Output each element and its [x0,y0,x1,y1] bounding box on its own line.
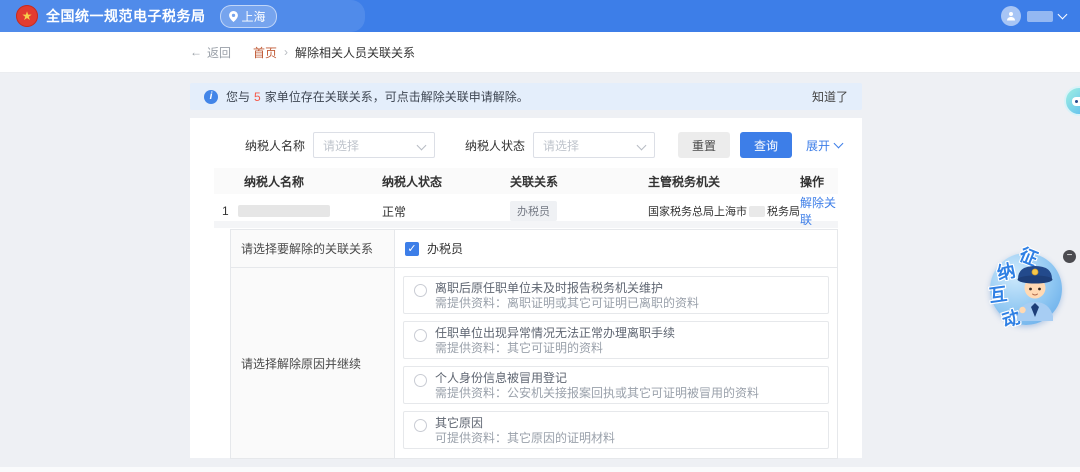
avatar-icon [1001,6,1021,26]
breadcrumb-separator: › [284,45,288,59]
radio-icon[interactable] [414,419,427,432]
col-header-authority: 主管税务机关 [648,173,800,190]
banner-text-suffix: 家单位存在关联关系，可点击解除关联申请解除。 [265,88,529,105]
brand: ★ 全国统一规范电子税务局 上海 [16,5,277,28]
relation-select-label: 请选择要解除的关联关系 [231,230,395,268]
option-desc: 需提供资料：离职证明或其它可证明已离职的资料 [435,296,699,311]
search-form: 纳税人名称 请选择 纳税人状态 请选择 重置 查询 展开 [190,118,862,158]
relation-select-value: ✓ 办税员 [395,230,837,268]
radio-icon[interactable] [414,374,427,387]
breadcrumb: ← 返回 首页 › 解除相关人员关联关系 [0,32,1080,73]
taxpayer-status-label: 纳税人状态 [465,137,525,154]
release-form: 请选择要解除的关联关系 ✓ 办税员 请选择解除原因并继续 离职后原任职单位未及时… [230,229,838,459]
expand-toggle[interactable]: 展开 [806,137,842,154]
col-header-name: 纳税人名称 [214,173,382,190]
top-header-bar: ★ 全国统一规范电子税务局 上海 [0,0,1080,32]
relation-checkbox-checked[interactable]: ✓ [405,242,419,256]
option-title: 离职后原任职单位未及时报告税务机关维护 [435,281,699,296]
select-placeholder: 请选择 [543,137,579,154]
col-header-action: 操作 [800,173,838,190]
taxpayer-status-select[interactable]: 请选择 [533,132,655,158]
option-title: 个人身份信息被冒用登记 [435,371,759,386]
redacted-authority-part [749,206,765,217]
reason-select-label: 请选择解除原因并继续 [231,268,395,458]
table-row-separator [214,221,838,228]
relation-badge: 办税员 [510,201,557,221]
reason-option-1[interactable]: 离职后原任职单位未及时报告税务机关维护 需提供资料：离职证明或其它可证明已离职的… [403,276,829,314]
option-title: 任职单位出现异常情况无法正常办理离职手续 [435,326,675,341]
notice-banner: i 您与 5 家单位存在关联关系，可点击解除关联申请解除。 知道了 [190,83,862,110]
reset-button[interactable]: 重置 [678,132,730,158]
breadcrumb-home-link[interactable]: 首页 [253,44,277,61]
screen: ★ 全国统一规范电子税务局 上海 ← 返回 首页 › 解除相关人员关联关系 i … [0,0,1080,472]
table-header-row: 纳税人名称 纳税人状态 关联关系 主管税务机关 操作 [214,168,838,194]
row-authority: 国家税务总局上海市 税务局 [648,203,800,219]
main-panel: 纳税人名称 请选择 纳税人状态 请选择 重置 查询 展开 纳税人 [190,118,862,458]
chevron-down-icon [834,139,844,149]
minimize-button[interactable]: − [1063,250,1076,263]
remove-relation-link[interactable]: 解除关联 [800,196,836,227]
taxpayer-name-select[interactable]: 请选择 [313,132,435,158]
national-emblem-icon: ★ [16,5,38,27]
back-label: 返回 [207,44,231,61]
radio-icon[interactable] [414,284,427,297]
authority-prefix: 国家税务总局上海市 [648,203,747,219]
option-desc: 需提供资料：其它可证明的资料 [435,341,675,356]
bottom-strip [0,467,1080,472]
relations-table: 纳税人名称 纳税人状态 关联关系 主管税务机关 操作 1 正常 办税员 国家税务… [214,168,838,228]
chevron-down-icon [1058,10,1068,20]
chat-assistant-button[interactable] [1064,86,1080,116]
redacted-company-name [238,205,330,217]
option-title: 其它原因 [435,416,615,431]
reason-option-2[interactable]: 任职单位出现异常情况无法正常办理离职手续 需提供资料：其它可证明的资料 [403,321,829,359]
col-header-relation: 关联关系 [510,173,648,190]
option-desc: 可提供资料：其它原因的证明材料 [435,431,615,446]
authority-suffix: 税务局 [767,203,800,219]
info-icon: i [204,90,218,104]
banner-text-prefix: 您与 [226,88,250,105]
back-button[interactable]: ← 返回 [190,44,231,61]
reason-option-3[interactable]: 个人身份信息被冒用登记 需提供资料：公安机关接报案回执或其它可证明被冒用的资料 [403,366,829,404]
site-title: 全国统一规范电子税务局 [46,6,206,26]
tax-officer-icon [1009,258,1061,322]
mascot-char: 互 [987,280,1008,308]
search-buttons: 重置 查询 展开 [678,132,842,158]
query-button[interactable]: 查询 [740,132,792,158]
reason-options: 离职后原任职单位未及时报告税务机关维护 需提供资料：离职证明或其它可证明已离职的… [395,268,837,458]
reason-option-4[interactable]: 其它原因 可提供资料：其它原因的证明材料 [403,411,829,449]
breadcrumb-current: 解除相关人员关联关系 [295,44,415,61]
back-arrow-icon: ← [190,45,202,59]
location-label: 上海 [242,8,266,25]
location-pill[interactable]: 上海 [220,5,277,28]
taxpayer-name-label: 纳税人名称 [245,137,305,154]
banner-count: 5 [254,90,261,104]
chevron-down-icon [637,141,647,151]
user-menu[interactable] [1001,0,1066,32]
banner-dismiss-button[interactable]: 知道了 [812,88,848,105]
row-index: 1 [222,204,229,218]
col-header-status: 纳税人状态 [382,173,510,190]
relation-checkbox-label[interactable]: 办税员 [427,240,463,257]
radio-icon[interactable] [414,329,427,342]
expand-label: 展开 [806,137,830,154]
location-pin-icon [229,11,238,22]
chevron-down-icon [417,141,427,151]
username-redacted [1027,11,1053,22]
select-placeholder: 请选择 [323,137,359,154]
table-row: 1 正常 办税员 国家税务总局上海市 税务局 解除关联 [214,194,838,221]
robot-face-icon [1072,97,1080,106]
option-desc: 需提供资料：公安机关接报案回执或其它可证明被冒用的资料 [435,386,759,401]
row-status: 正常 [382,203,510,220]
